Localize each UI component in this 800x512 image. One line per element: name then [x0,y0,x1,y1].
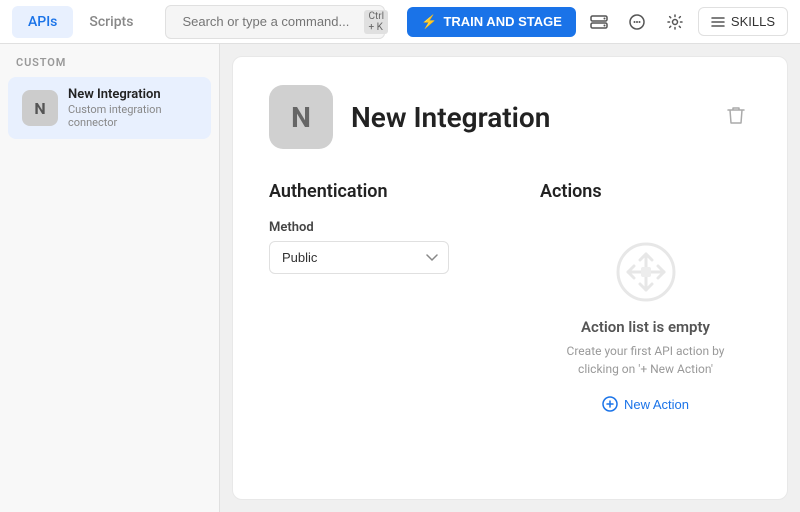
main-layout: CUSTOM N New Integration Custom integrat… [0,44,800,512]
actions-column: Actions [540,181,751,412]
actions-title: Actions [540,181,751,202]
sidebar-item-avatar: N [22,90,58,126]
empty-state-title: Action list is empty [581,318,710,336]
sidebar-item-sub: Custom integration connector [68,103,197,129]
new-action-label: New Action [624,397,689,412]
chat-icon[interactable] [622,7,652,37]
train-and-stage-button[interactable]: ⚡ TRAIN AND STAGE [407,7,576,37]
actions-empty-state: Action list is empty Create your first A… [540,220,751,412]
tab-scripts[interactable]: Scripts [73,6,149,38]
skills-button[interactable]: SKILLS [698,7,788,36]
gear-icon[interactable] [660,7,690,37]
train-button-label: TRAIN AND STAGE [443,14,561,29]
sidebar-item-text: New Integration Custom integration conne… [68,87,197,129]
plus-circle-icon [602,396,618,412]
sidebar-item-new-integration[interactable]: N New Integration Custom integration con… [8,77,211,139]
topbar: APIs Scripts Ctrl + K ⚡ TRAIN AND STAGE [0,0,800,44]
authentication-title: Authentication [269,181,480,202]
deploy-icon[interactable] [584,7,614,37]
content-area: N New Integration Authentication Method … [232,56,788,500]
new-action-button[interactable]: New Action [602,396,689,412]
columns: Authentication Method Public API Key OAu… [269,181,751,412]
delete-button[interactable] [721,99,751,136]
skills-icon [711,16,725,28]
method-select[interactable]: Public API Key OAuth2 Bearer Token [269,241,449,274]
sidebar: CUSTOM N New Integration Custom integrat… [0,44,220,512]
integration-title: New Integration [351,101,703,134]
tab-apis[interactable]: APIs [12,6,73,38]
sidebar-item-name: New Integration [68,87,197,102]
integration-avatar: N [269,85,333,149]
search-input[interactable] [182,14,358,29]
tab-group: APIs Scripts [12,6,149,38]
sidebar-section-label: CUSTOM [0,56,219,77]
skills-label: SKILLS [731,14,775,29]
shortcut-badge: Ctrl + K [364,10,388,34]
empty-state-description: Create your first API action by clicking… [546,342,746,378]
integration-header: N New Integration [269,85,751,149]
train-icon: ⚡ [421,14,437,30]
authentication-column: Authentication Method Public API Key OAu… [269,181,480,412]
empty-state-icon [614,240,678,304]
method-label: Method [269,220,480,235]
search-bar: Ctrl + K [165,5,385,39]
